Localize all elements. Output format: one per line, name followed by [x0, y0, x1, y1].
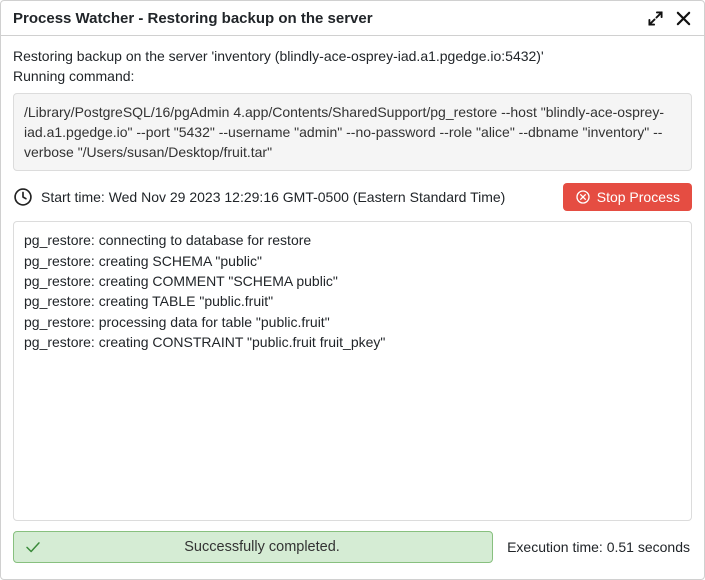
log-output[interactable]: pg_restore: connecting to database for r… — [13, 221, 692, 521]
close-icon[interactable] — [674, 9, 692, 27]
stop-process-button[interactable]: Stop Process — [563, 183, 692, 211]
stop-process-label: Stop Process — [597, 189, 680, 205]
status-message: Successfully completed. — [42, 539, 482, 555]
clock-icon — [13, 187, 33, 207]
start-time-label: Start time: — [41, 189, 105, 205]
running-command-label: Running command: — [13, 66, 692, 86]
dialog-title: Process Watcher - Restoring backup on th… — [13, 10, 373, 27]
description-line: Restoring backup on the server 'inventor… — [13, 46, 692, 66]
execution-time: Execution time: 0.51 seconds — [507, 531, 692, 563]
check-icon — [24, 538, 42, 556]
status-bar: Successfully completed. — [13, 531, 493, 563]
dialog-header: Process Watcher - Restoring backup on th… — [1, 1, 704, 36]
start-time: Start time: Wed Nov 29 2023 12:29:16 GMT… — [13, 187, 505, 207]
command-box: /Library/PostgreSQL/16/pgAdmin 4.app/Con… — [13, 93, 692, 172]
start-time-value: Wed Nov 29 2023 12:29:16 GMT-0500 (Easte… — [109, 189, 506, 205]
execution-time-label: Execution time: — [507, 539, 603, 555]
expand-icon[interactable] — [646, 9, 664, 27]
execution-time-value: 0.51 seconds — [607, 539, 690, 555]
footer: Successfully completed. Execution time: … — [13, 521, 692, 575]
description: Restoring backup on the server 'inventor… — [13, 46, 692, 87]
cancel-circle-icon — [575, 189, 591, 205]
start-time-row: Start time: Wed Nov 29 2023 12:29:16 GMT… — [13, 183, 692, 211]
header-actions — [646, 9, 692, 27]
start-time-text: Start time: Wed Nov 29 2023 12:29:16 GMT… — [41, 189, 505, 205]
dialog-body: Restoring backup on the server 'inventor… — [1, 36, 704, 575]
